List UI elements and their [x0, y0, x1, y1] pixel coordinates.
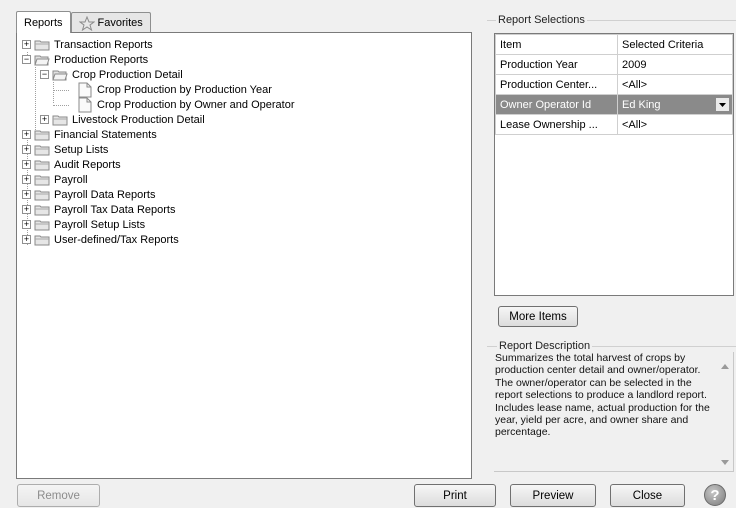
tab-favorites[interactable]: Favorites [70, 12, 151, 33]
folder-icon [52, 115, 68, 125]
folder-icon [34, 175, 50, 185]
remove-button[interactable]: Remove [17, 484, 100, 507]
scroll-up-icon[interactable] [721, 364, 729, 369]
tree-node-label: Payroll Tax Data Reports [54, 203, 176, 216]
more-items-button[interactable]: More Items [498, 306, 578, 327]
row-item-cell: Production Year [495, 54, 618, 75]
column-header-item: Item [495, 34, 618, 55]
dropdown-value: Ed King [622, 98, 661, 111]
expand-icon[interactable]: + [40, 115, 49, 124]
report-description-label: Report Description [497, 340, 593, 352]
folder-icon [34, 220, 50, 230]
tree-node-label: Production Reports [54, 53, 149, 66]
tree-node-label: Crop Production by Owner and Operator [97, 98, 295, 111]
tree-connector [53, 90, 69, 91]
tab-strip: Reports Favorites [16, 11, 151, 33]
report-selections-label: Report Selections [496, 14, 587, 26]
folder-icon [34, 160, 50, 170]
column-header-criteria: Selected Criteria [617, 34, 733, 55]
tree-node[interactable]: − Production Reports [22, 52, 148, 67]
tree-node-label: Crop Production Detail [72, 68, 183, 81]
tree-connector [35, 67, 36, 130]
reports-tree-panel: + Transaction Reports − Production Reports −… [16, 32, 472, 479]
folder-icon [34, 235, 50, 245]
tree-node[interactable]: + Financial Statements [22, 127, 157, 142]
report-selections-grid: Item Selected Criteria Production Year 2… [494, 33, 734, 296]
tab-reports-label: Reports [24, 16, 63, 29]
star-icon [78, 15, 95, 31]
tree-node[interactable]: + Livestock Production Detail [40, 112, 205, 127]
report-description-box: Summarizes the total harvest of crops by… [494, 352, 734, 472]
row-item-cell: Production Center... [495, 74, 618, 95]
table-row-selected[interactable]: Owner Operator Id Ed King [495, 94, 733, 115]
expand-icon[interactable]: + [22, 130, 31, 139]
tab-favorites-label: Favorites [97, 17, 143, 29]
tree-connector [53, 82, 54, 103]
tree-node-label: Livestock Production Detail [72, 113, 205, 126]
expand-icon[interactable]: + [22, 190, 31, 199]
scroll-down-icon[interactable] [721, 460, 729, 465]
tree-node[interactable]: Crop Production by Production Year [78, 82, 272, 97]
expand-icon[interactable]: + [22, 160, 31, 169]
document-icon [78, 97, 92, 112]
tree-node[interactable]: + Payroll Setup Lists [22, 217, 145, 232]
tree-node-label: Payroll [54, 173, 88, 186]
preview-button[interactable]: Preview [510, 484, 596, 507]
expand-icon[interactable]: + [22, 205, 31, 214]
tree-node-label: Transaction Reports [54, 38, 153, 51]
close-button[interactable]: Close [610, 484, 685, 507]
tab-reports[interactable]: Reports [16, 11, 71, 33]
folder-icon [34, 145, 50, 155]
table-row[interactable]: Production Center... <All> [495, 74, 733, 95]
tree-node[interactable]: + Payroll Tax Data Reports [22, 202, 175, 217]
collapse-icon[interactable]: − [40, 70, 49, 79]
tree-node[interactable]: + Transaction Reports [22, 37, 153, 52]
tree-node-label: Setup Lists [54, 143, 109, 156]
collapse-icon[interactable]: − [22, 55, 31, 64]
tree-node[interactable]: + User-defined/Tax Reports [22, 232, 179, 247]
folder-icon [34, 190, 50, 200]
row-item-cell: Owner Operator Id [495, 94, 618, 115]
chevron-down-icon [719, 102, 726, 107]
report-description-text: Summarizes the total harvest of crops by… [495, 352, 710, 439]
folder-open-icon [52, 70, 68, 80]
expand-icon[interactable]: + [22, 145, 31, 154]
grid-header-row: Item Selected Criteria [495, 34, 733, 55]
tree-node-label: Payroll Data Reports [54, 188, 156, 201]
row-criteria-cell[interactable]: 2009 [617, 54, 733, 75]
tree-node[interactable]: + Payroll Data Reports [22, 187, 156, 202]
folder-icon [34, 205, 50, 215]
folder-open-icon [34, 55, 50, 65]
tree-node[interactable]: − Crop Production Detail [40, 67, 183, 82]
expand-icon[interactable]: + [22, 220, 31, 229]
table-row[interactable]: Production Year 2009 [495, 54, 733, 75]
description-scrollbar[interactable] [717, 352, 733, 471]
row-item-cell: Lease Ownership ... [495, 114, 618, 135]
document-icon [78, 82, 92, 97]
tree-node[interactable]: + Payroll [22, 172, 88, 187]
tree-node-label: Financial Statements [54, 128, 157, 141]
print-button[interactable]: Print [414, 484, 496, 507]
owner-operator-dropdown[interactable]: Ed King [617, 94, 733, 115]
reports-tree: + Transaction Reports − Production Reports −… [17, 33, 471, 478]
tree-node[interactable]: + Setup Lists [22, 142, 108, 157]
expand-icon[interactable]: + [22, 175, 31, 184]
tree-node-label: Payroll Setup Lists [54, 218, 146, 231]
row-criteria-cell[interactable]: <All> [617, 74, 733, 95]
expand-icon[interactable]: + [22, 40, 31, 49]
tree-node[interactable]: Crop Production by Owner and Operator [78, 97, 295, 112]
row-criteria-cell[interactable]: <All> [617, 114, 733, 135]
tree-node-label: User-defined/Tax Reports [54, 233, 179, 246]
help-icon[interactable]: ? [704, 484, 726, 506]
tree-connector [53, 105, 69, 106]
folder-icon [34, 130, 50, 140]
tree-node-label: Crop Production by Production Year [97, 83, 272, 96]
folder-icon [34, 40, 50, 50]
table-row[interactable]: Lease Ownership ... <All> [495, 114, 733, 135]
tree-node[interactable]: + Audit Reports [22, 157, 121, 172]
tree-node-label: Audit Reports [54, 158, 121, 171]
expand-icon[interactable]: + [22, 235, 31, 244]
dropdown-arrow-button[interactable] [715, 97, 730, 112]
